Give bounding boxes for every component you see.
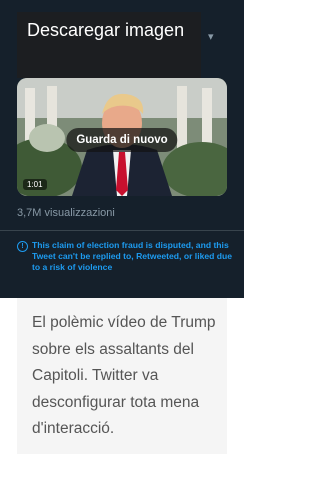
caption-text: El polèmic vídeo de Trump sobre els assa… <box>32 314 216 437</box>
image-caption: El polèmic vídeo de Trump sobre els assa… <box>17 298 227 454</box>
chevron-down-icon[interactable]: ▾ <box>208 30 214 43</box>
tweet-card: Descaregar imagen ▾ Guarda di nuovo 1:01… <box>0 0 244 298</box>
disputed-claim-notice[interactable]: ! This claim of election fraud is disput… <box>17 240 239 274</box>
video-player[interactable]: Guarda di nuovo 1:01 <box>17 78 227 196</box>
replay-button[interactable]: Guarda di nuovo <box>66 128 178 152</box>
download-image-tooltip[interactable]: Descaregar imagen <box>17 12 201 78</box>
view-count: 3,7M visualizzazioni <box>17 207 115 219</box>
video-duration: 1:01 <box>23 179 47 190</box>
info-icon: ! <box>17 241 28 252</box>
divider <box>0 230 244 231</box>
notice-text: This claim of election fraud is disputed… <box>32 240 233 273</box>
